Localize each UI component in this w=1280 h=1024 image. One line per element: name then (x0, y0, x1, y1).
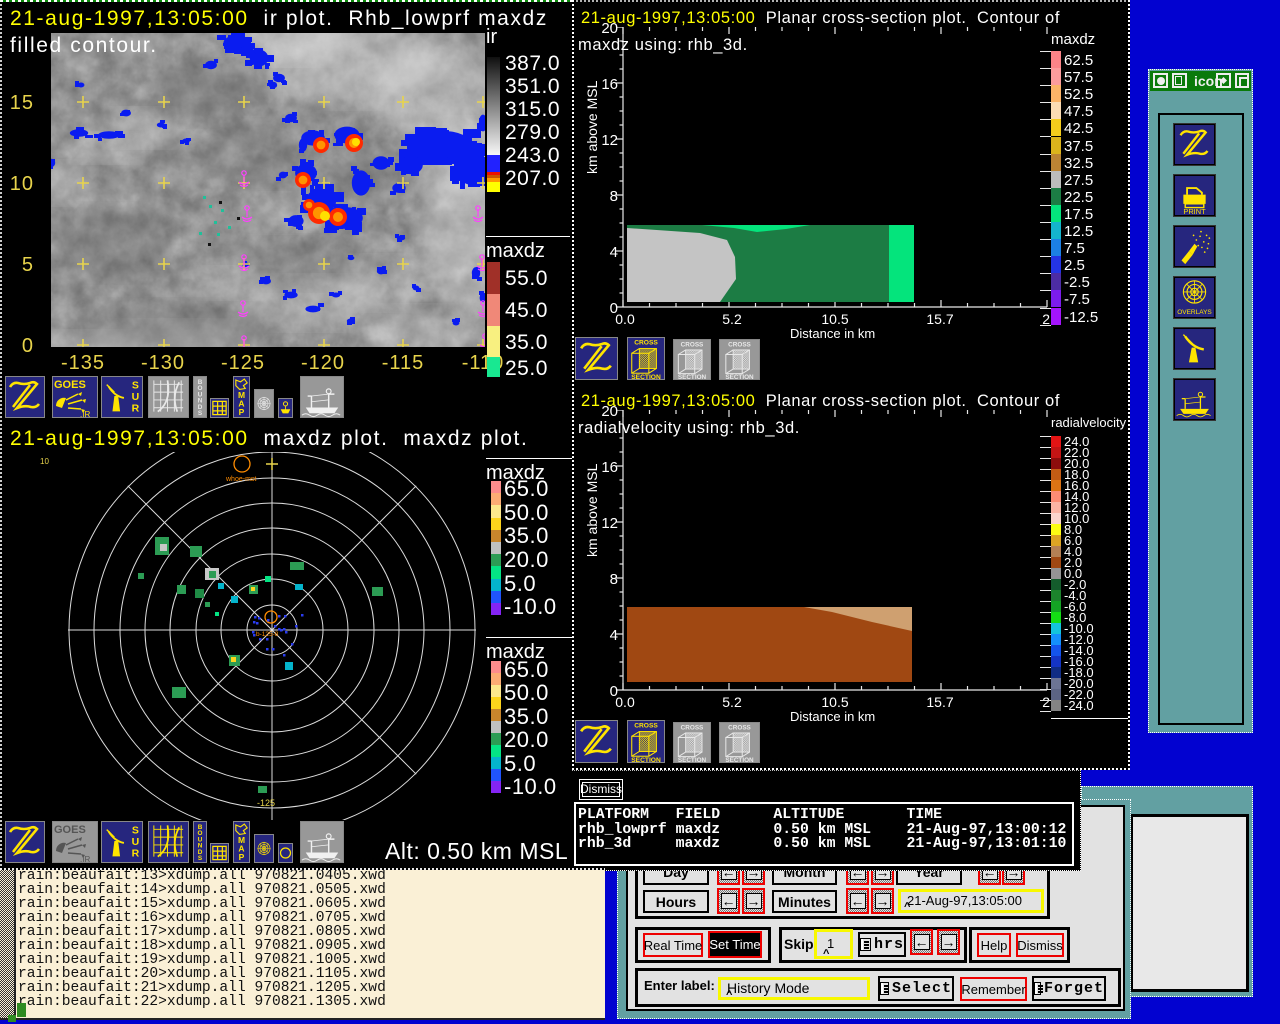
svg-text:U: U (132, 836, 140, 848)
svg-text:SECTION: SECTION (725, 374, 754, 380)
svg-text:CROSS: CROSS (634, 723, 658, 730)
svg-text:U: U (132, 391, 140, 403)
svg-text:P: P (239, 407, 245, 417)
svg-text:GOES: GOES (54, 379, 86, 391)
svg-text:S: S (132, 824, 139, 836)
svg-text:S: S (132, 379, 139, 391)
svg-text:P: P (239, 852, 245, 862)
svg-text:CROSS: CROSS (634, 340, 658, 347)
svg-text:SECTION: SECTION (678, 757, 707, 763)
svg-text:.IR: .IR (80, 410, 90, 418)
svg-text:PRINT: PRINT (1183, 207, 1206, 215)
svg-text:GOES: GOES (54, 824, 86, 836)
svg-text:.IR: .IR (80, 855, 90, 863)
svg-text:SECTION: SECTION (631, 757, 661, 763)
svg-text:CROSS: CROSS (728, 724, 751, 731)
svg-text:R: R (132, 847, 140, 859)
svg-text:S: S (198, 410, 203, 417)
svg-text:CROSS: CROSS (681, 724, 704, 731)
svg-text:whoe-mst: whoe-mst (225, 476, 256, 483)
svg-text:OVERLAYS: OVERLAYS (1177, 309, 1212, 316)
svg-text:CROSS: CROSS (728, 341, 751, 348)
svg-text:SECTION: SECTION (678, 374, 707, 380)
svg-text:S: S (198, 855, 203, 862)
svg-text:10: 10 (40, 457, 49, 466)
svg-text:SECTION: SECTION (725, 757, 754, 763)
svg-text:CROSS: CROSS (681, 341, 704, 348)
svg-text:b-125-8: b-125-8 (256, 631, 279, 638)
svg-text:SECTION: SECTION (631, 374, 661, 380)
svg-text:R: R (132, 402, 140, 414)
svg-text:-125: -125 (257, 798, 275, 808)
